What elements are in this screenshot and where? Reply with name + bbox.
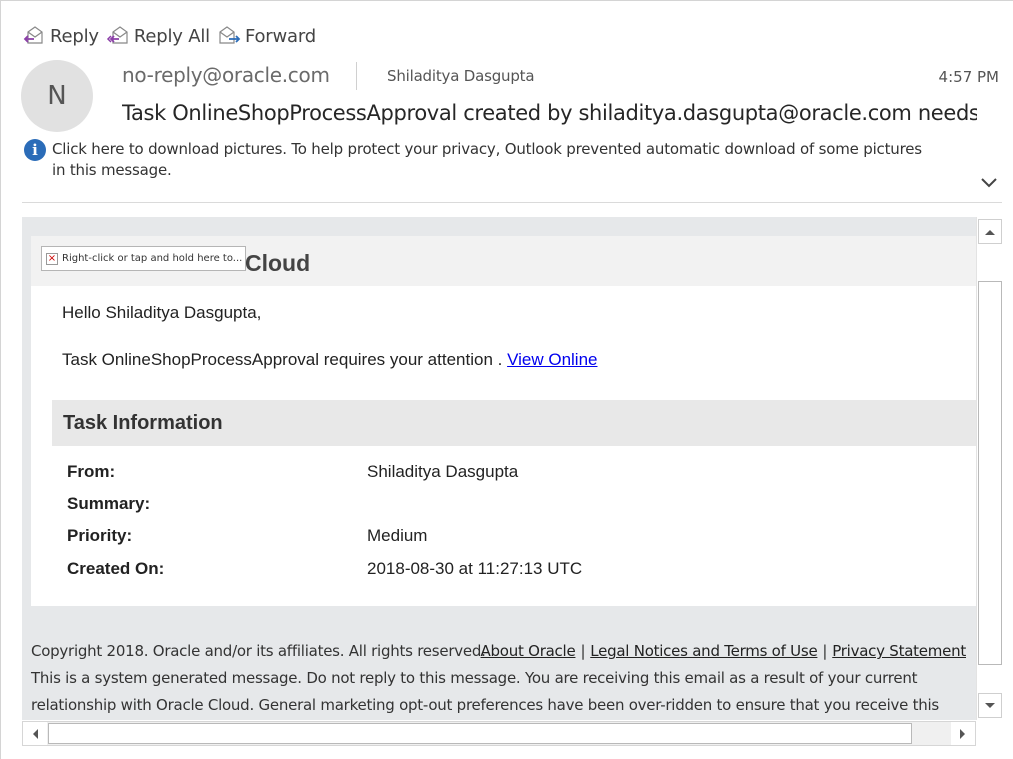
chevron-down-icon[interactable] [979, 172, 999, 192]
priority-label: Priority: [67, 526, 133, 545]
header-divider [356, 62, 357, 90]
blocked-image-placeholder[interactable]: × Right-click or tap and hold here to... [41, 246, 246, 271]
banner-title: Cloud [245, 250, 311, 276]
triangle-right-icon [960, 728, 965, 739]
reply-label: Reply [50, 25, 99, 47]
footer-link-separator: | [822, 642, 828, 660]
forward-icon [219, 26, 241, 44]
vertical-scrollbar[interactable] [976, 217, 1002, 720]
download-pictures-text[interactable]: Click here to download pictures. To help… [52, 139, 932, 181]
reply-all-button[interactable]: Reply All [106, 22, 213, 50]
scroll-right-button[interactable] [951, 722, 975, 745]
sender-avatar: N [21, 60, 93, 132]
recipient-name[interactable]: Shiladitya Dasgupta [387, 67, 535, 85]
triangle-left-icon [33, 728, 38, 739]
legal-notices-link[interactable]: Legal Notices and Terms of Use [590, 642, 817, 660]
email-content-card: Hello Shiladitya Dasgupta, Task OnlineSh… [31, 286, 976, 606]
horizontal-scroll-thumb[interactable] [48, 723, 912, 744]
email-banner: × Right-click or tap and hold here to...… [31, 236, 976, 286]
from-value: Shiladitya Dasgupta [367, 462, 519, 481]
received-time: 4:57 PM [938, 68, 999, 86]
window-top-border [0, 0, 1013, 3]
reply-all-label: Reply All [133, 25, 210, 47]
message-body: × Right-click or tap and hold here to...… [22, 217, 976, 720]
system-message-notice: This is a system generated message. Do n… [31, 669, 939, 714]
attention-line: Task OnlineShopProcessApproval requires … [62, 350, 597, 370]
scroll-down-button[interactable] [978, 693, 1002, 718]
broken-image-icon: × [46, 252, 58, 265]
created-on-value: 2018-08-30 at 11:27:13 UTC [367, 559, 583, 578]
message-toolbar: Reply Reply All Forward [22, 22, 319, 50]
from-label: From: [67, 462, 116, 481]
triangle-up-icon [985, 229, 995, 235]
copyright-text: Copyright 2018. Oracle and/or its affili… [31, 642, 486, 660]
sender-address[interactable]: no-reply@oracle.com [122, 63, 330, 87]
task-information-header: Task Information [52, 400, 976, 446]
info-icon: i [24, 139, 46, 161]
privacy-statement-link[interactable]: Privacy Statement [832, 642, 966, 660]
triangle-down-icon [985, 702, 995, 708]
footer-links: About Oracle | Legal Notices and Terms of … [481, 642, 967, 660]
scroll-left-button[interactable] [23, 722, 47, 745]
forward-label: Forward [244, 25, 316, 47]
created-on-label: Created On: [67, 559, 165, 578]
vertical-scroll-thumb[interactable] [978, 281, 1002, 665]
view-online-link[interactable]: View Online [507, 350, 597, 369]
reply-all-icon [106, 26, 128, 44]
forward-button[interactable]: Forward [217, 22, 319, 50]
about-oracle-link[interactable]: About Oracle [481, 642, 576, 660]
blocked-image-text: Right-click or tap and hold here to... [62, 253, 243, 264]
priority-value: Medium [367, 526, 428, 545]
reply-icon [23, 26, 43, 44]
reply-button[interactable]: Reply [22, 22, 102, 50]
message-subject: Task OnlineShopProcessApproval created b… [122, 101, 977, 125]
summary-label: Summary: [67, 494, 151, 513]
horizontal-scrollbar[interactable] [22, 721, 976, 746]
task-information-heading: Task Information [63, 412, 223, 434]
footer-link-separator: | [580, 642, 586, 660]
attention-text: Task OnlineShopProcessApproval requires … [62, 350, 508, 369]
greeting-text: Hello Shiladitya Dasgupta, [62, 303, 262, 322]
scroll-up-button[interactable] [978, 219, 1002, 244]
download-pictures-infobar[interactable]: i Click here to download pictures. To he… [24, 139, 964, 181]
header-separator [22, 202, 1002, 203]
window-left-border [0, 0, 1, 759]
